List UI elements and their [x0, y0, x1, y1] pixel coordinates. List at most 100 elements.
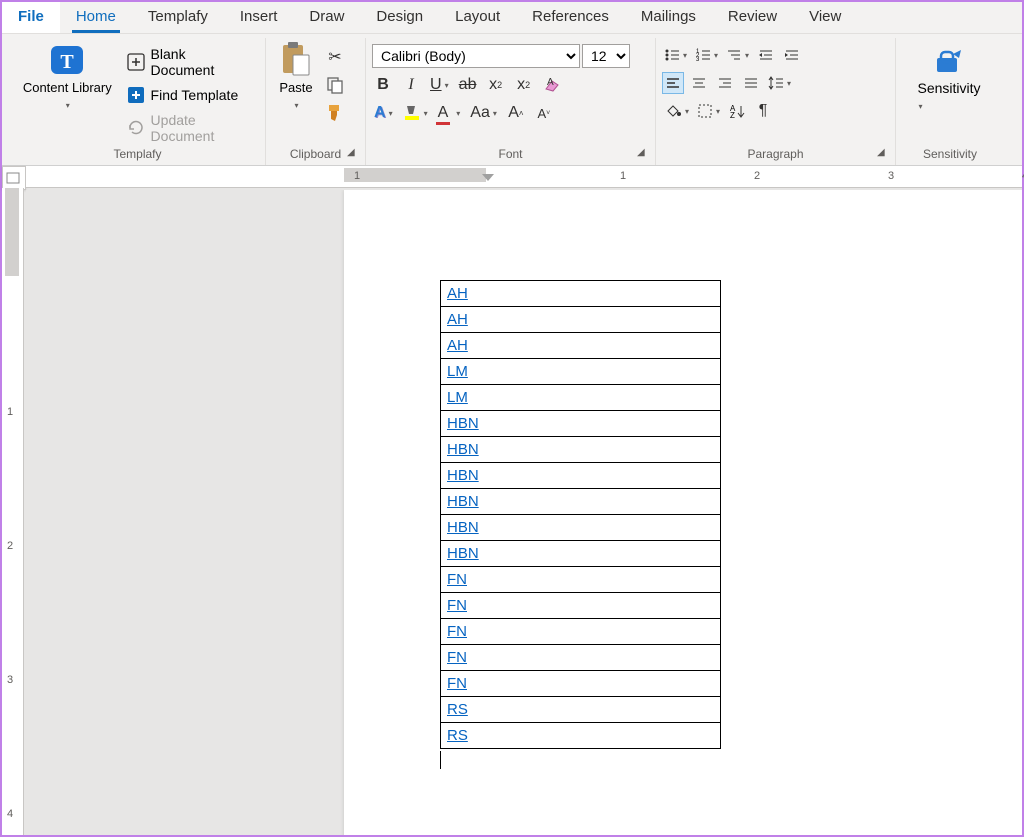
table-row[interactable]: FN — [441, 619, 721, 645]
table-cell-link[interactable]: HBN — [447, 415, 479, 432]
table-row[interactable]: HBN — [441, 463, 721, 489]
tab-design[interactable]: Design — [360, 2, 439, 33]
change-case-button[interactable]: Aa▾ — [468, 102, 499, 124]
line-spacing-button[interactable]: ▾ — [766, 72, 793, 94]
align-justify-button[interactable] — [740, 72, 762, 94]
group-label-sensitivity: Sensitivity — [896, 147, 1004, 161]
sort-button[interactable]: AZ — [726, 100, 748, 122]
blank-document-button[interactable]: Blank Document — [123, 44, 257, 80]
horizontal-ruler[interactable]: 1 1 2 3 4 — [26, 166, 1022, 188]
find-template-button[interactable]: Find Template — [123, 84, 257, 106]
bullets-button[interactable]: ▾ — [662, 44, 689, 66]
table-cell-link[interactable]: RS — [447, 701, 468, 718]
copy-button[interactable] — [324, 74, 346, 96]
table-row[interactable]: HBN — [441, 437, 721, 463]
table-cell-link[interactable]: FN — [447, 571, 467, 588]
tab-file[interactable]: File — [2, 2, 60, 33]
font-color-button[interactable]: A▾ — [436, 102, 463, 124]
table-cell-link[interactable]: HBN — [447, 493, 479, 510]
table-cell-link[interactable]: AH — [447, 285, 468, 302]
table-row[interactable]: AH — [441, 333, 721, 359]
table-cell-link[interactable]: HBN — [447, 467, 479, 484]
table-row[interactable]: FN — [441, 567, 721, 593]
table-row[interactable]: HBN — [441, 489, 721, 515]
paste-button[interactable]: Paste▾ — [272, 40, 320, 163]
templafy-icon: T — [49, 42, 85, 78]
table-cell-link[interactable]: AH — [447, 311, 468, 328]
table-row[interactable]: RS — [441, 723, 721, 749]
font-size-select[interactable]: 12 — [582, 44, 630, 68]
table-cell-link[interactable]: HBN — [447, 519, 479, 536]
tab-mailings[interactable]: Mailings — [625, 2, 712, 33]
table-cell-link[interactable]: LM — [447, 363, 468, 380]
table-row[interactable]: LM — [441, 385, 721, 411]
multilevel-list-button[interactable]: ▾ — [724, 44, 751, 66]
table-cell-link[interactable]: FN — [447, 623, 467, 640]
clear-formatting-button[interactable]: A — [541, 74, 563, 96]
tab-draw[interactable]: Draw — [293, 2, 360, 33]
tab-view[interactable]: View — [793, 2, 857, 33]
ruler-corner[interactable] — [2, 166, 26, 190]
tab-layout[interactable]: Layout — [439, 2, 516, 33]
numbering-button[interactable]: 123▾ — [693, 44, 720, 66]
tab-insert[interactable]: Insert — [224, 2, 294, 33]
bold-button[interactable]: B — [372, 74, 394, 96]
table-row[interactable]: HBN — [441, 411, 721, 437]
decrease-indent-button[interactable] — [755, 44, 777, 66]
table-cell-link[interactable]: LM — [447, 389, 468, 406]
clipboard-launcher-icon[interactable]: ◢ — [347, 147, 359, 159]
strikethrough-button[interactable]: ab — [457, 74, 479, 96]
table-row[interactable]: HBN — [441, 541, 721, 567]
table-row[interactable]: FN — [441, 593, 721, 619]
text-effects-button[interactable]: A▾ — [372, 102, 395, 124]
font-name-select[interactable]: Calibri (Body) — [372, 44, 580, 68]
align-center-button[interactable] — [688, 72, 710, 94]
document-page[interactable]: AH AH AH LM LM HBN HBN HBN HBN HBN HBN FN FN FN FN FN RS… — [344, 190, 1022, 835]
borders-button[interactable]: ▾ — [695, 100, 722, 122]
cut-button[interactable]: ✂ — [324, 46, 346, 68]
tab-home[interactable]: Home — [60, 2, 132, 33]
grow-font-button[interactable]: A˄ — [505, 102, 527, 124]
table-row[interactable]: RS — [441, 697, 721, 723]
update-document-button[interactable]: Update Document — [123, 110, 257, 146]
subscript-button[interactable]: x2 — [485, 74, 507, 96]
table-row[interactable]: FN — [441, 645, 721, 671]
text-cursor — [440, 751, 1012, 769]
table-row[interactable]: HBN — [441, 515, 721, 541]
tab-references[interactable]: References — [516, 2, 625, 33]
table-cell-link[interactable]: RS — [447, 727, 468, 744]
table-cell-link[interactable]: HBN — [447, 441, 479, 458]
shading-button[interactable]: ▾ — [662, 100, 691, 122]
format-painter-button[interactable] — [324, 102, 346, 124]
underline-button[interactable]: U▾ — [428, 74, 451, 96]
table-cell-link[interactable]: FN — [447, 597, 467, 614]
table-row[interactable]: AH — [441, 281, 721, 307]
content-library-button[interactable]: T Content Library ▾ — [16, 40, 119, 163]
ribbon-content: T Content Library ▾ Blank Document Find … — [2, 34, 1022, 166]
table-row[interactable]: LM — [441, 359, 721, 385]
table-cell-link[interactable]: HBN — [447, 545, 479, 562]
show-marks-button[interactable]: ¶ — [752, 100, 774, 122]
sensitivity-button[interactable]: Sensitivity▾ — [902, 40, 996, 116]
table-cell-link[interactable]: FN — [447, 649, 467, 666]
tab-templafy[interactable]: Templafy — [132, 2, 224, 33]
font-launcher-icon[interactable]: ◢ — [637, 147, 649, 159]
increase-indent-button[interactable] — [781, 44, 803, 66]
italic-button[interactable]: I — [400, 74, 422, 96]
align-left-button[interactable] — [662, 72, 684, 94]
vertical-ruler[interactable]: 1 2 3 4 — [2, 188, 24, 835]
table-row[interactable]: AH — [441, 307, 721, 333]
superscript-button[interactable]: x2 — [513, 74, 535, 96]
table-cell-link[interactable]: AH — [447, 337, 468, 354]
table-row[interactable]: FN — [441, 671, 721, 697]
paragraph-launcher-icon[interactable]: ◢ — [877, 147, 889, 159]
group-font: Calibri (Body) 12 B I U▾ ab x2 x2 A A▾ ▾… — [366, 38, 656, 165]
highlight-button[interactable]: ▾ — [401, 102, 430, 124]
tab-review[interactable]: Review — [712, 2, 793, 33]
document-scroll[interactable]: AH AH AH LM LM HBN HBN HBN HBN HBN HBN FN FN FN FN FN RS… — [26, 190, 1022, 835]
shrink-font-button[interactable]: A˅ — [533, 102, 555, 124]
indent-marker-icon[interactable] — [482, 174, 494, 181]
table-cell-link[interactable]: FN — [447, 675, 467, 692]
document-table[interactable]: AH AH AH LM LM HBN HBN HBN HBN HBN HBN FN FN FN FN FN RS… — [440, 280, 721, 749]
align-right-button[interactable] — [714, 72, 736, 94]
